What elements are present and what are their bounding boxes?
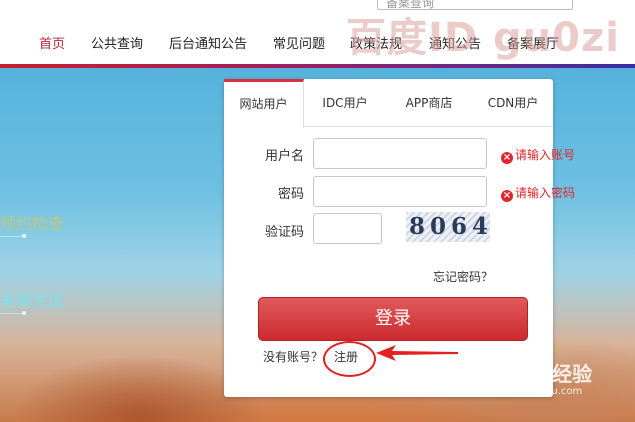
username-error-text: 请输入账号 — [515, 148, 576, 162]
captcha-field[interactable] — [313, 213, 382, 244]
tab-idc-user[interactable]: IDC用户 — [308, 79, 382, 127]
username-label: 用户名 — [264, 149, 304, 164]
login-button[interactable]: 登录 — [258, 297, 528, 341]
banner-step-check: 预约检查 — [0, 214, 65, 233]
captcha-code: 8064 — [409, 213, 494, 240]
password-field[interactable] — [313, 176, 487, 207]
captcha-image[interactable]: 8064 — [406, 212, 490, 242]
no-account-text: 没有账号？ — [263, 350, 324, 364]
error-icon: × — [501, 152, 513, 164]
nav-item-faq[interactable]: 常见问题 — [273, 33, 325, 52]
banner-step-dot — [22, 311, 26, 315]
nav-item-home[interactable]: 首页 — [39, 33, 65, 52]
annotation-circle — [323, 341, 376, 377]
top-navigation: 备案查询 首页 公共查询 后台通知公告 常见问题 政策法规 通知公告 备案展厅 … — [0, 0, 635, 68]
banner-step-dot — [22, 234, 26, 238]
password-error-text: 请输入密码 — [515, 186, 576, 200]
password-error: × 请输入密码 — [501, 184, 575, 202]
captcha-label: 验证码 — [264, 225, 304, 240]
tab-app-store[interactable]: APP商店 — [392, 79, 466, 127]
forgot-password-link[interactable]: 忘记密码？ — [433, 268, 493, 285]
watermark-top: 百度ID gu0zi — [346, 15, 620, 61]
username-error: × 请输入账号 — [501, 146, 575, 164]
login-tabs: 网站用户 IDC用户 APP商店 CDN用户 — [224, 79, 553, 128]
tab-cdn-user[interactable]: CDN用户 — [476, 79, 550, 127]
banner-step-line — [0, 313, 24, 314]
watermark-bottom: Baidu经验 — [488, 362, 593, 386]
password-label: 密码 — [277, 187, 304, 202]
tab-website-user[interactable]: 网站用户 — [224, 79, 304, 128]
error-icon: × — [501, 190, 513, 202]
username-field[interactable] — [313, 138, 487, 169]
nav-item-backend-notices[interactable]: 后台通知公告 — [169, 33, 247, 52]
nav-item-public-query[interactable]: 公共查询 — [91, 33, 143, 52]
banner-step-done: 备案完成 — [0, 291, 65, 310]
banner-step-line — [0, 236, 24, 237]
watermark-bottom-url: jingyan.baidu.com — [490, 386, 583, 397]
annotation-arrow-icon — [376, 345, 458, 361]
